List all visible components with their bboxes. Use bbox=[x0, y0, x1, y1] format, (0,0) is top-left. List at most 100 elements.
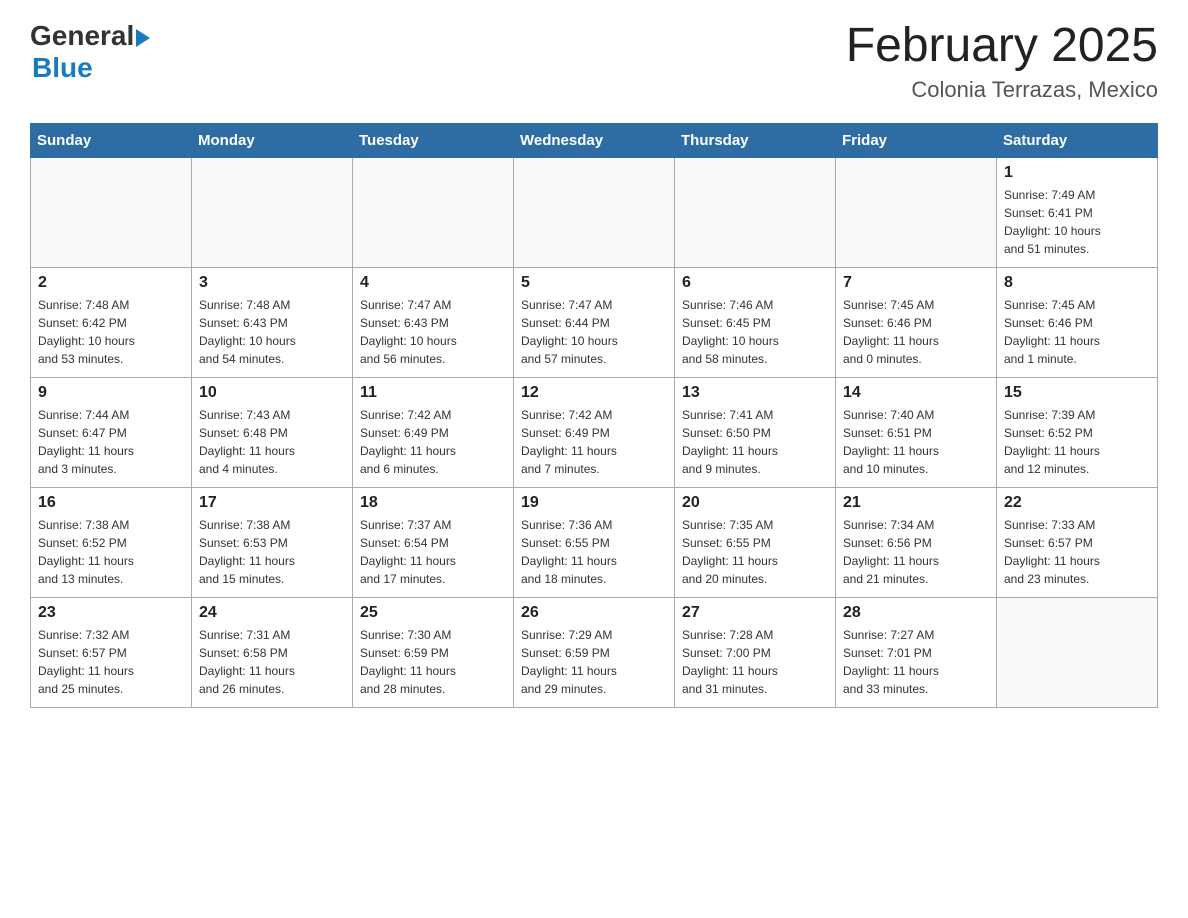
day-number: 12 bbox=[521, 384, 667, 402]
calendar-cell: 27 Sunrise: 7:28 AM Sunset: 7:00 PM Dayli… bbox=[675, 597, 836, 707]
header-thursday: Thursday bbox=[675, 123, 836, 157]
day-info: Sunrise: 7:45 AM Sunset: 6:46 PM Dayligh… bbox=[1004, 296, 1150, 368]
day-number: 24 bbox=[199, 604, 345, 622]
logo-general: General bbox=[30, 20, 134, 52]
calendar-cell: 8 Sunrise: 7:45 AM Sunset: 6:46 PM Daylig… bbox=[997, 267, 1158, 377]
week-row-1: 2 Sunrise: 7:48 AM Sunset: 6:42 PM Daylig… bbox=[31, 267, 1158, 377]
day-number: 27 bbox=[682, 604, 828, 622]
day-number: 8 bbox=[1004, 274, 1150, 292]
calendar-header: SundayMondayTuesdayWednesdayThursdayFrid… bbox=[31, 123, 1158, 157]
logo: General Blue bbox=[30, 20, 150, 84]
day-number: 4 bbox=[360, 274, 506, 292]
day-info: Sunrise: 7:45 AM Sunset: 6:46 PM Dayligh… bbox=[843, 296, 989, 368]
day-number: 15 bbox=[1004, 384, 1150, 402]
day-number: 20 bbox=[682, 494, 828, 512]
day-number: 13 bbox=[682, 384, 828, 402]
day-info: Sunrise: 7:42 AM Sunset: 6:49 PM Dayligh… bbox=[360, 406, 506, 478]
week-row-4: 23 Sunrise: 7:32 AM Sunset: 6:57 PM Dayli… bbox=[31, 597, 1158, 707]
calendar-table: SundayMondayTuesdayWednesdayThursdayFrid… bbox=[30, 123, 1158, 708]
calendar-cell: 24Sunrise: 7:31 AM Sunset: 6:58 PM Dayli… bbox=[192, 597, 353, 707]
day-number: 7 bbox=[843, 274, 989, 292]
calendar-cell bbox=[997, 597, 1158, 707]
calendar-cell bbox=[353, 157, 514, 267]
day-number: 5 bbox=[521, 274, 667, 292]
title-block: February 2025 Colonia Terrazas, Mexico bbox=[846, 20, 1158, 103]
calendar-cell bbox=[31, 157, 192, 267]
day-info: Sunrise: 7:48 AM Sunset: 6:43 PM Dayligh… bbox=[199, 296, 345, 368]
day-info: Sunrise: 7:47 AM Sunset: 6:44 PM Dayligh… bbox=[521, 296, 667, 368]
header-row: SundayMondayTuesdayWednesdayThursdayFrid… bbox=[31, 123, 1158, 157]
day-info: Sunrise: 7:38 AM Sunset: 6:53 PM Dayligh… bbox=[199, 516, 345, 588]
day-info: Sunrise: 7:43 AM Sunset: 6:48 PM Dayligh… bbox=[199, 406, 345, 478]
calendar-cell: 17 Sunrise: 7:38 AM Sunset: 6:53 PM Dayli… bbox=[192, 487, 353, 597]
day-number: 17 bbox=[199, 494, 345, 512]
day-info: Sunrise: 7:48 AM Sunset: 6:42 PM Dayligh… bbox=[38, 296, 184, 368]
calendar-cell: 7 Sunrise: 7:45 AM Sunset: 6:46 PM Daylig… bbox=[836, 267, 997, 377]
calendar-title: February 2025 bbox=[846, 20, 1158, 73]
day-number: 23 bbox=[38, 604, 184, 622]
week-row-2: 9 Sunrise: 7:44 AM Sunset: 6:47 PM Daylig… bbox=[31, 377, 1158, 487]
day-info: Sunrise: 7:39 AM Sunset: 6:52 PM Dayligh… bbox=[1004, 406, 1150, 478]
day-info: Sunrise: 7:33 AM Sunset: 6:57 PM Dayligh… bbox=[1004, 516, 1150, 588]
day-number: 1 bbox=[1004, 164, 1150, 182]
calendar-cell: 2 Sunrise: 7:48 AM Sunset: 6:42 PM Daylig… bbox=[31, 267, 192, 377]
calendar-cell: 12 Sunrise: 7:42 AM Sunset: 6:49 PM Dayli… bbox=[514, 377, 675, 487]
header-friday: Friday bbox=[836, 123, 997, 157]
day-info: Sunrise: 7:44 AM Sunset: 6:47 PM Dayligh… bbox=[38, 406, 184, 478]
calendar-cell: 26 Sunrise: 7:29 AM Sunset: 6:59 PM Dayli… bbox=[514, 597, 675, 707]
day-info: Sunrise: 7:28 AM Sunset: 7:00 PM Dayligh… bbox=[682, 626, 828, 698]
day-number: 28 bbox=[843, 604, 989, 622]
calendar-cell bbox=[836, 157, 997, 267]
calendar-cell bbox=[675, 157, 836, 267]
day-number: 9 bbox=[38, 384, 184, 402]
day-info: Sunrise: 7:36 AM Sunset: 6:55 PM Dayligh… bbox=[521, 516, 667, 588]
calendar-cell: 18Sunrise: 7:37 AM Sunset: 6:54 PM Dayli… bbox=[353, 487, 514, 597]
calendar-cell: 5 Sunrise: 7:47 AM Sunset: 6:44 PM Daylig… bbox=[514, 267, 675, 377]
header-monday: Monday bbox=[192, 123, 353, 157]
day-info: Sunrise: 7:34 AM Sunset: 6:56 PM Dayligh… bbox=[843, 516, 989, 588]
day-number: 22 bbox=[1004, 494, 1150, 512]
calendar-cell: 23 Sunrise: 7:32 AM Sunset: 6:57 PM Dayli… bbox=[31, 597, 192, 707]
day-info: Sunrise: 7:29 AM Sunset: 6:59 PM Dayligh… bbox=[521, 626, 667, 698]
calendar-cell: 19Sunrise: 7:36 AM Sunset: 6:55 PM Dayli… bbox=[514, 487, 675, 597]
calendar-cell bbox=[192, 157, 353, 267]
calendar-cell: 22 Sunrise: 7:33 AM Sunset: 6:57 PM Dayli… bbox=[997, 487, 1158, 597]
logo-arrow-icon bbox=[136, 29, 150, 47]
day-number: 26 bbox=[521, 604, 667, 622]
day-info: Sunrise: 7:40 AM Sunset: 6:51 PM Dayligh… bbox=[843, 406, 989, 478]
page-header: General Blue February 2025 Colonia Terra… bbox=[30, 20, 1158, 103]
calendar-cell bbox=[514, 157, 675, 267]
day-number: 11 bbox=[360, 384, 506, 402]
day-info: Sunrise: 7:37 AM Sunset: 6:54 PM Dayligh… bbox=[360, 516, 506, 588]
day-info: Sunrise: 7:42 AM Sunset: 6:49 PM Dayligh… bbox=[521, 406, 667, 478]
day-info: Sunrise: 7:41 AM Sunset: 6:50 PM Dayligh… bbox=[682, 406, 828, 478]
calendar-cell: 11 Sunrise: 7:42 AM Sunset: 6:49 PM Dayli… bbox=[353, 377, 514, 487]
day-number: 10 bbox=[199, 384, 345, 402]
calendar-cell: 21 Sunrise: 7:34 AM Sunset: 6:56 PM Dayli… bbox=[836, 487, 997, 597]
day-number: 6 bbox=[682, 274, 828, 292]
week-row-0: 1 Sunrise: 7:49 AM Sunset: 6:41 PM Daylig… bbox=[31, 157, 1158, 267]
header-sunday: Sunday bbox=[31, 123, 192, 157]
calendar-cell: 10 Sunrise: 7:43 AM Sunset: 6:48 PM Dayli… bbox=[192, 377, 353, 487]
day-info: Sunrise: 7:49 AM Sunset: 6:41 PM Dayligh… bbox=[1004, 186, 1150, 258]
calendar-cell: 1 Sunrise: 7:49 AM Sunset: 6:41 PM Daylig… bbox=[997, 157, 1158, 267]
calendar-cell: 16 Sunrise: 7:38 AM Sunset: 6:52 PM Dayli… bbox=[31, 487, 192, 597]
calendar-body: 1 Sunrise: 7:49 AM Sunset: 6:41 PM Daylig… bbox=[31, 157, 1158, 707]
day-info: Sunrise: 7:27 AM Sunset: 7:01 PM Dayligh… bbox=[843, 626, 989, 698]
calendar-cell: 25Sunrise: 7:30 AM Sunset: 6:59 PM Dayli… bbox=[353, 597, 514, 707]
day-number: 2 bbox=[38, 274, 184, 292]
calendar-cell: 28 Sunrise: 7:27 AM Sunset: 7:01 PM Dayli… bbox=[836, 597, 997, 707]
day-number: 21 bbox=[843, 494, 989, 512]
week-row-3: 16 Sunrise: 7:38 AM Sunset: 6:52 PM Dayli… bbox=[31, 487, 1158, 597]
header-wednesday: Wednesday bbox=[514, 123, 675, 157]
calendar-cell: 20Sunrise: 7:35 AM Sunset: 6:55 PM Dayli… bbox=[675, 487, 836, 597]
day-number: 16 bbox=[38, 494, 184, 512]
calendar-subtitle: Colonia Terrazas, Mexico bbox=[846, 77, 1158, 103]
calendar-cell: 3Sunrise: 7:48 AM Sunset: 6:43 PM Daylig… bbox=[192, 267, 353, 377]
day-info: Sunrise: 7:30 AM Sunset: 6:59 PM Dayligh… bbox=[360, 626, 506, 698]
day-number: 14 bbox=[843, 384, 989, 402]
calendar-cell: 6Sunrise: 7:46 AM Sunset: 6:45 PM Daylig… bbox=[675, 267, 836, 377]
day-info: Sunrise: 7:38 AM Sunset: 6:52 PM Dayligh… bbox=[38, 516, 184, 588]
day-info: Sunrise: 7:32 AM Sunset: 6:57 PM Dayligh… bbox=[38, 626, 184, 698]
calendar-cell: 15 Sunrise: 7:39 AM Sunset: 6:52 PM Dayli… bbox=[997, 377, 1158, 487]
